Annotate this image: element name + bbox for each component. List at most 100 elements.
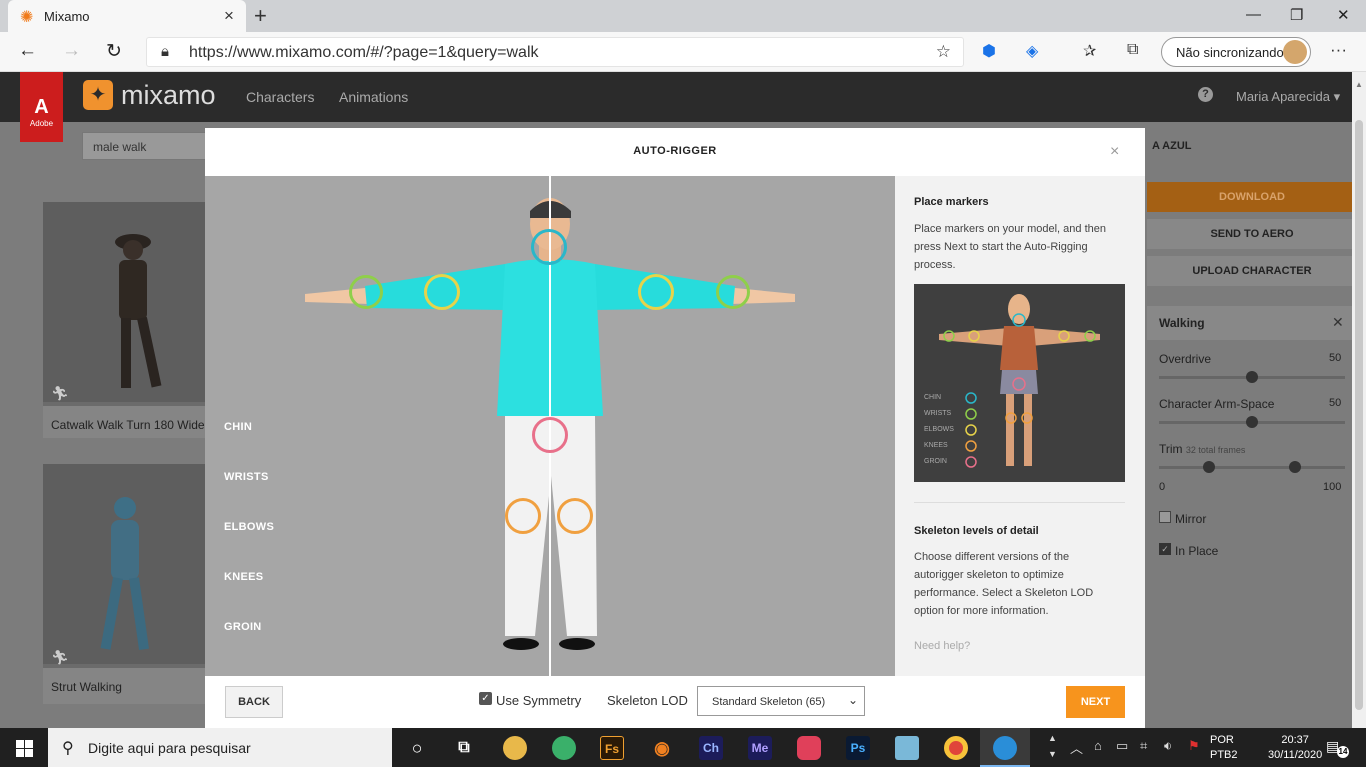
thumb-label-elbows: ELBOWS [924,426,954,433]
page-scrollbar[interactable]: ▲ [1352,72,1366,728]
user-name: Maria Aparecida [1236,89,1330,104]
character-silhouette-icon: 🏃︎ [51,234,162,401]
left-elbow-marker[interactable] [424,274,460,310]
media-encoder-icon[interactable]: Me [748,736,772,760]
in-place-checkbox[interactable]: ✓ [1159,543,1171,555]
lang-bottom: PTB2 [1210,749,1238,761]
taskbar-search[interactable]: ⚲ Digite aqui para pesquisar [48,728,392,767]
show-hidden-icons[interactable]: ︿ [1070,738,1083,757]
more-menu-icon[interactable]: ··· [1330,40,1347,60]
photoshop-icon[interactable]: Ps [846,736,870,760]
network-icon[interactable]: ⌗ [1140,738,1147,754]
animation-title: Walking [1159,316,1205,330]
next-button[interactable]: NEXT [1066,686,1125,718]
character-animator-icon[interactable]: Ch [699,736,723,760]
tab-close-icon[interactable]: × [224,6,234,26]
creative-cloud-icon[interactable] [797,736,821,760]
skeleton-heading: Skeleton levels of detail [914,525,1039,537]
collections-icon[interactable]: ⧉ [1127,41,1138,59]
animation-card[interactable]: 🏃︎ Strut Walking [43,464,213,704]
modal-close-icon[interactable]: × [1110,143,1119,161]
armspace-slider-handle[interactable] [1246,416,1258,428]
refresh-icon[interactable]: ↻ [106,40,122,63]
mixamo-brand[interactable]: mixamo [121,80,216,111]
user-menu[interactable]: Maria Aparecida ▾ [1236,89,1340,105]
back-arrow-icon[interactable]: ← [18,40,37,62]
tray-icon-red[interactable]: ⚑ [1188,738,1200,754]
left-wrist-marker[interactable] [349,275,383,309]
extension-hexagon-icon[interactable]: ⬢ [982,41,996,61]
sync-profile-button[interactable]: Não sincronizando [1161,37,1311,67]
back-button[interactable]: BACK [225,686,283,718]
send-to-aero-button[interactable]: SEND TO AERO [1147,219,1357,249]
mixamo-logo-icon[interactable]: ✦ [83,80,113,110]
left-knee-marker[interactable] [505,498,541,534]
search-input[interactable]: male walk [82,132,212,160]
notification-center-icon[interactable]: ▤ 14 [1326,738,1349,758]
trim-end-handle[interactable] [1289,461,1301,473]
groin-marker[interactable] [532,417,568,453]
nav-animations[interactable]: Animations [339,89,408,105]
animation-card[interactable]: 🏃︎ Catwalk Walk Turn 180 Wide [43,202,213,438]
clock-date: 30/11/2020 [1268,749,1323,761]
animation-caption: Catwalk Walk Turn 180 Wide [51,418,205,432]
help-icon[interactable]: ? [1198,87,1213,102]
nav-characters[interactable]: Characters [246,89,314,105]
close-window-button[interactable]: ✕ [1337,6,1350,24]
right-knee-marker[interactable] [557,498,593,534]
url-text: https://www.mixamo.com/#/?page=1&query=w… [189,44,539,61]
new-tab-button[interactable]: + [254,3,267,29]
use-symmetry-checkbox[interactable]: ✓ [479,692,492,705]
battery-icon[interactable]: ▭ [1116,738,1128,754]
search-value: male walk [93,140,147,154]
close-animation-icon[interactable]: ✕ [1332,314,1344,331]
tray-icon-1[interactable]: ⌂ [1094,738,1102,753]
example-character [939,294,1100,468]
extension-diamond-icon[interactable]: ◈ [1026,41,1038,61]
in-place-label: In Place [1175,544,1219,558]
edge-icon[interactable] [993,736,1017,760]
right-elbow-marker[interactable] [638,274,674,310]
windows-start-icon[interactable] [16,740,33,762]
right-wrist-marker[interactable] [716,275,750,309]
download-button[interactable]: DOWNLOAD [1147,182,1357,212]
maximize-button[interactable]: ❐ [1290,6,1303,24]
task-view-icon[interactable]: ⧉ [452,736,476,760]
taskbar-clock[interactable]: 20:37 30/11/2020 [1268,733,1322,763]
need-help-link[interactable]: Need help? [914,640,970,652]
mirror-checkbox[interactable] [1159,511,1171,523]
armspace-label: Character Arm-Space [1159,397,1275,411]
fuse-app-icon[interactable]: Fs [600,736,624,760]
overdrive-label: Overdrive [1159,352,1212,366]
trim-start-handle[interactable] [1203,461,1215,473]
label-elbows: ELBOWS [224,521,275,533]
skeleton-lod-label: Skeleton LOD [607,693,688,708]
lock-icon: 🔒︎ [161,43,169,60]
chin-marker[interactable] [531,229,567,265]
cortana-icon[interactable]: ○ [405,736,429,760]
app-icon-green[interactable] [552,736,576,760]
chrome-icon[interactable] [944,736,968,760]
trim-min: 0 [1159,481,1166,493]
minimize-button[interactable]: — [1246,6,1261,23]
forward-arrow-icon[interactable]: → [62,40,81,62]
favorite-star-icon[interactable]: ☆ [936,42,951,62]
adobe-logo[interactable]: A Adobe [20,72,63,142]
taskbar-scroll-icon[interactable]: ▲ ▼ [1048,730,1057,762]
blender-icon[interactable]: ◉ [650,736,674,760]
app-icon-blue[interactable] [895,736,919,760]
character-silhouette-icon: 🏃︎ [51,497,149,665]
overdrive-slider-handle[interactable] [1246,371,1258,383]
app-icon-yellow[interactable] [503,736,527,760]
favorites-list-icon[interactable]: ✰ [1083,41,1096,61]
clock-time: 20:37 [1281,734,1309,746]
trim-max: 100 [1323,481,1342,493]
skeleton-lod-select[interactable]: Standard Skeleton (65) ⌄ [697,686,865,716]
taskbar-search-placeholder: Digite aqui para pesquisar [88,740,251,756]
volume-icon[interactable]: 🔉︎ [1164,738,1172,754]
language-indicator[interactable]: POR PTB2 [1210,733,1238,763]
browser-tab[interactable]: ✺ Mixamo × [8,0,246,32]
trim-slider[interactable] [1159,466,1345,469]
url-field[interactable]: 🔒︎ https://www.mixamo.com/#/?page=1&quer… [146,37,964,67]
upload-character-button[interactable]: UPLOAD CHARACTER [1147,256,1357,286]
